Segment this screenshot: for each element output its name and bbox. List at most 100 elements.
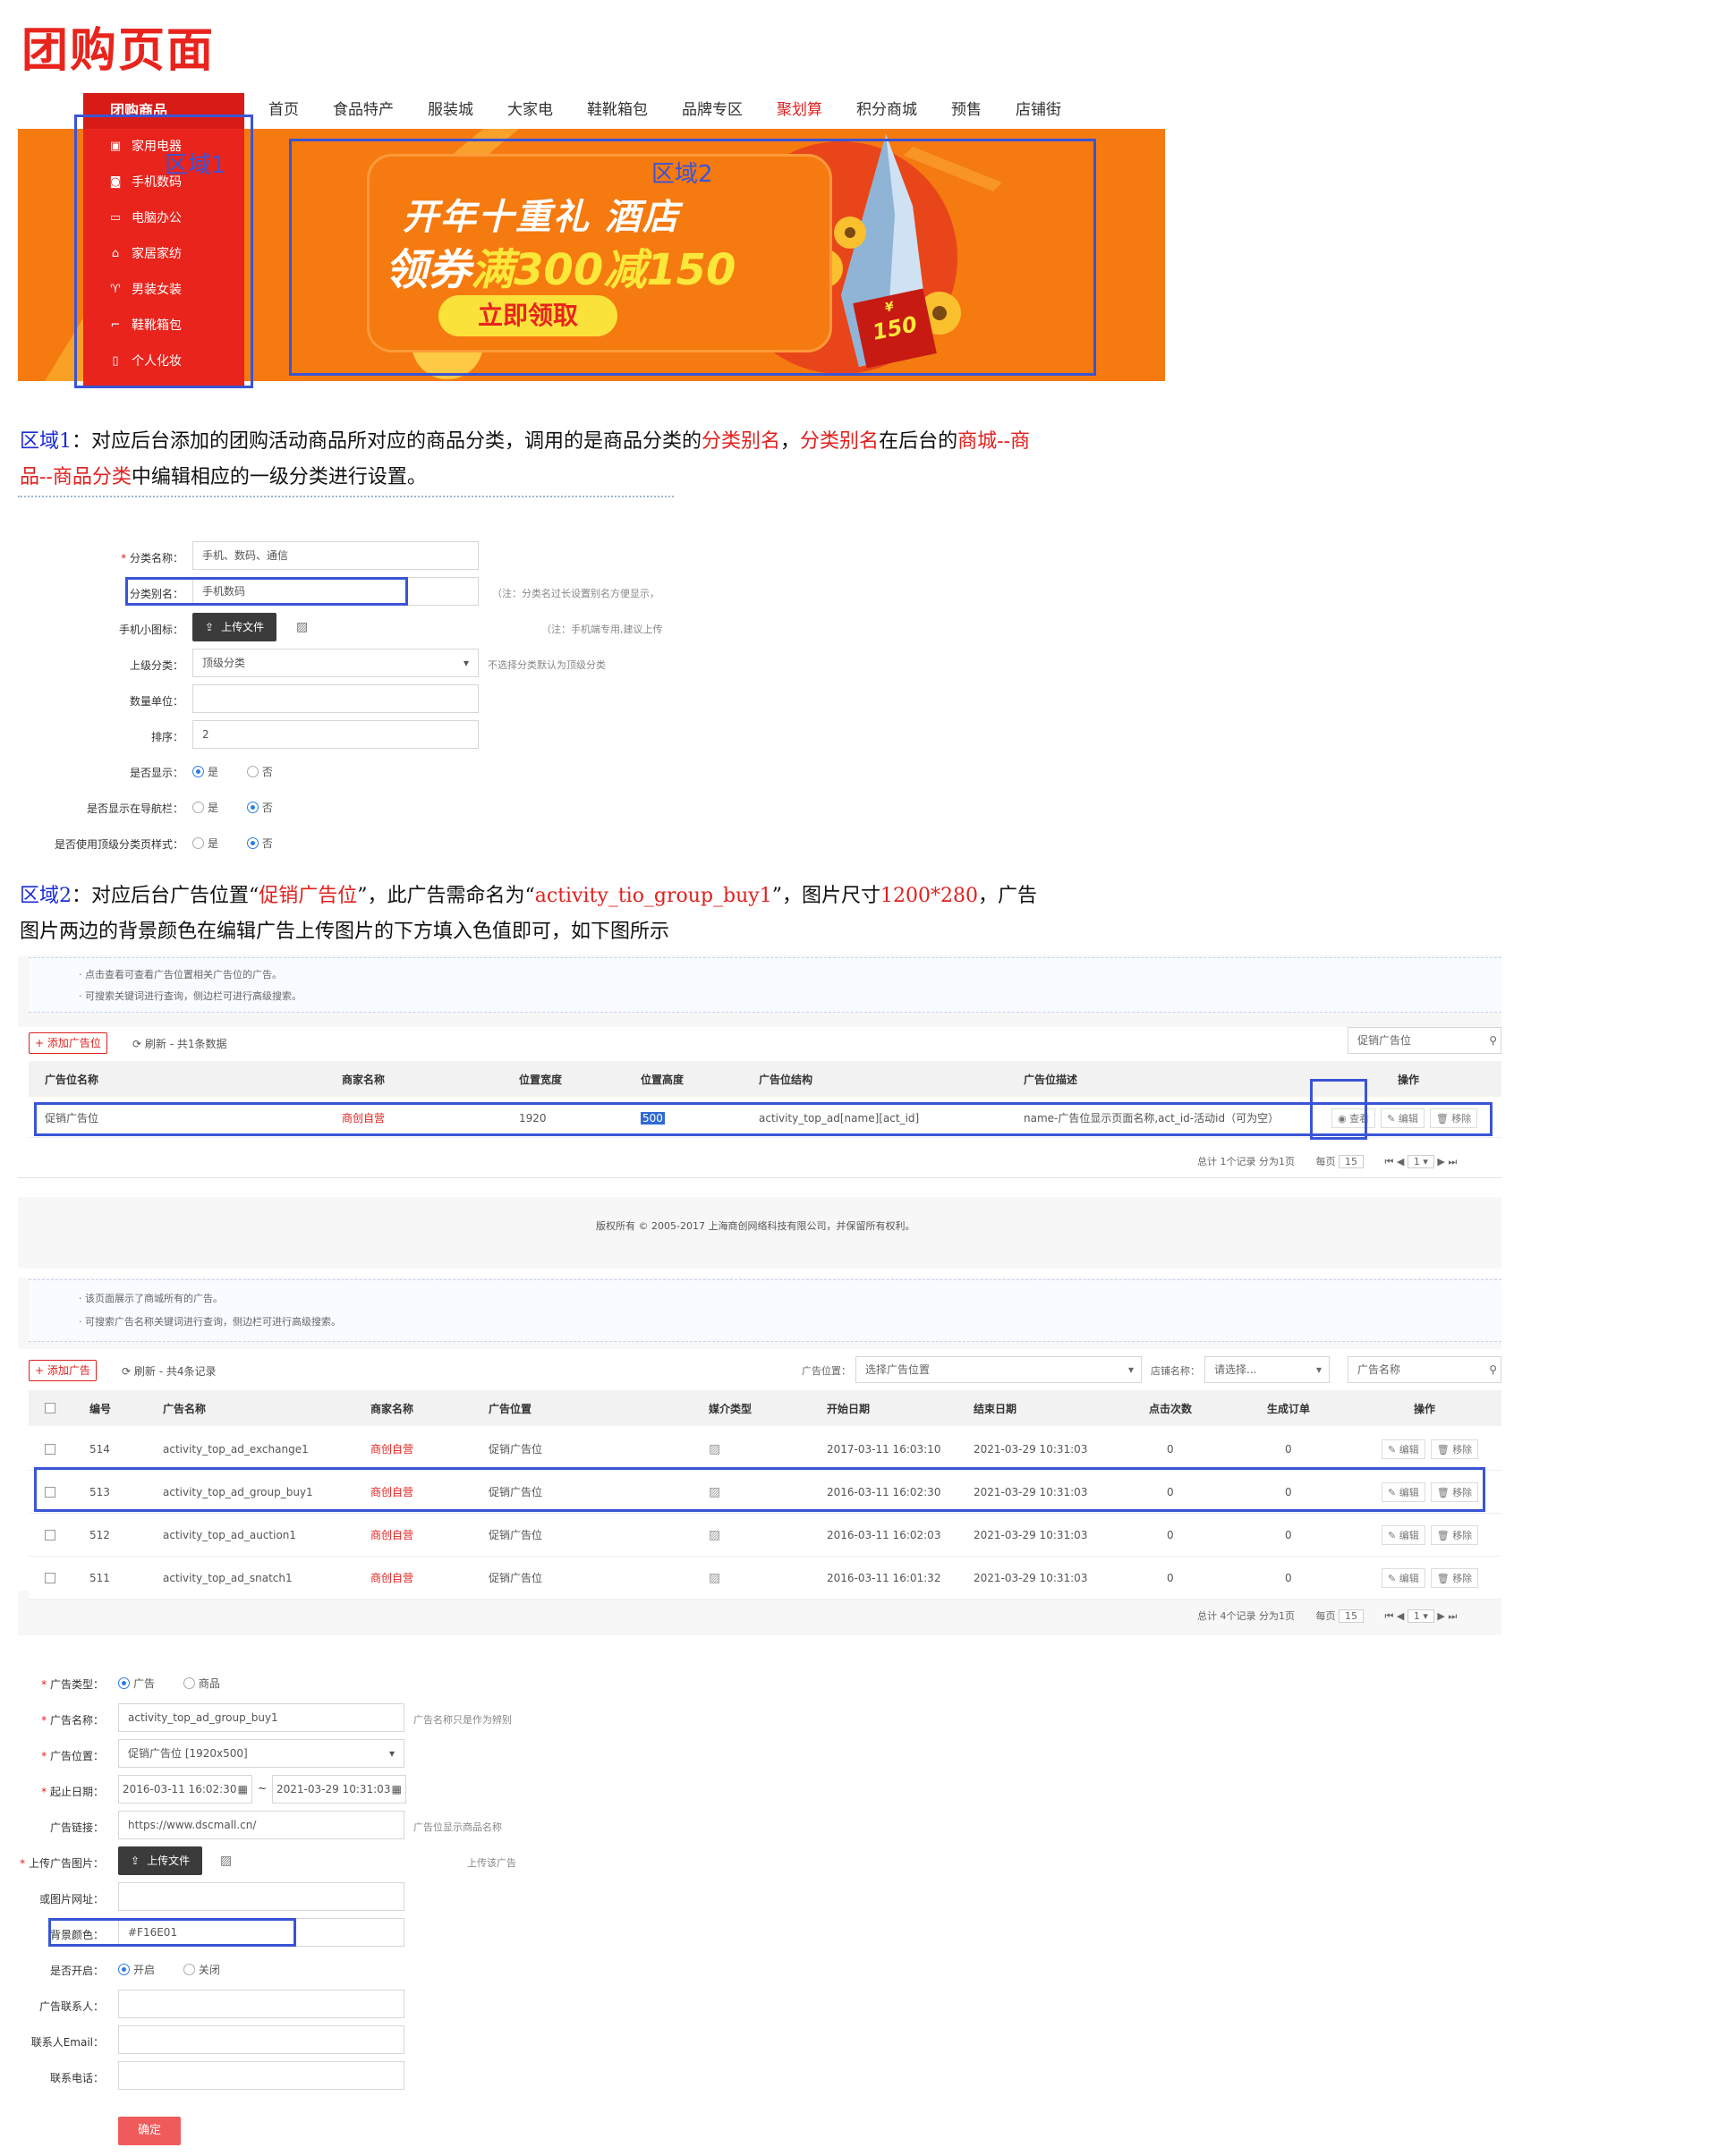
next-page-icon[interactable]: ▶ ⏭ (1437, 1610, 1457, 1622)
add-ad-button[interactable]: + 添加广告 (29, 1360, 97, 1381)
select-all-checkbox[interactable] (45, 1390, 55, 1426)
end-date-input[interactable]: 2021-03-29 10:31:03 ▦ (272, 1775, 406, 1804)
nav-item[interactable]: 鞋靴箱包 (587, 97, 648, 119)
refresh-button[interactable]: ⟳ 刷新 - 共4条记录 (122, 1363, 216, 1379)
edit-button[interactable]: ✎ 编辑 (1382, 1439, 1425, 1459)
first-page-icon[interactable]: ⏮ ◀ (1385, 1610, 1405, 1622)
radio-no[interactable]: 否 (246, 764, 273, 779)
nav-item[interactable]: 服装城 (428, 97, 473, 119)
calendar-icon[interactable]: ▦ (392, 1776, 402, 1803)
filter-label: 店铺名称： (1151, 1365, 1200, 1377)
view-button[interactable]: ◉ 查看 (1331, 1108, 1376, 1128)
radio-yes[interactable]: 是 (192, 836, 218, 851)
remove-button[interactable]: 🗑 移除 (1430, 1439, 1479, 1459)
row-checkbox[interactable] (45, 1557, 55, 1599)
search-icon[interactable]: ⚲ (1489, 1028, 1497, 1053)
edit-button[interactable]: ✎ 编辑 (1382, 1567, 1425, 1588)
email-input[interactable] (118, 2025, 404, 2054)
image-icon[interactable]: ▨ (220, 1854, 232, 1868)
ad-link-input[interactable]: https://www.dscmall.cn/ (118, 1811, 404, 1839)
chevron-down-icon: ▾ (1315, 1363, 1322, 1376)
unit-input[interactable] (192, 684, 479, 713)
table-row[interactable]: 促销广告位 商创自营 1920 500 activity_top_ad[name… (29, 1099, 1501, 1138)
field-label: 是否开启： (49, 1965, 104, 1977)
sidebar-item-computer[interactable]: ▭ 电脑办公 (83, 200, 244, 236)
search-icon[interactable]: ⚲ (1489, 1357, 1497, 1382)
search-input[interactable]: 广告名称 ⚲ (1348, 1356, 1501, 1383)
table-row[interactable]: 512 activity_top_ad_auction1 商创自营 促销广告位 … (29, 1514, 1501, 1557)
row-checkbox[interactable] (45, 1471, 55, 1513)
field-label: 是否显示： (129, 767, 183, 779)
edit-button[interactable]: ✎ 编辑 (1381, 1108, 1425, 1128)
category-name-input[interactable]: 手机、数码、通信 (192, 541, 479, 570)
per-page-input[interactable]: 15 (1339, 1155, 1364, 1168)
image-icon[interactable]: ▨ (296, 620, 308, 634)
submit-button[interactable]: 确定 (118, 2117, 181, 2145)
store-filter[interactable]: 请选择... ▾ (1204, 1356, 1330, 1383)
image-url-input[interactable] (118, 1882, 404, 1911)
radio-ad[interactable]: 广告 (118, 1676, 155, 1691)
ad-position-filter[interactable]: 选择广告位置 ▾ (855, 1356, 1142, 1383)
page-select[interactable]: 1 ▾ (1407, 1155, 1434, 1168)
cell: 促销广告位 (489, 1486, 543, 1498)
sort-input[interactable]: 2 (192, 720, 479, 749)
monitor-icon: ▭ (109, 211, 122, 225)
phone-input[interactable] (118, 2061, 404, 2090)
parent-category-select[interactable]: 顶级分类 ▾ (192, 649, 479, 677)
remove-button[interactable]: 🗑 移除 (1430, 1524, 1479, 1545)
claim-button[interactable]: 立即领取 (438, 295, 617, 336)
sidebar-item-shoes[interactable]: ⌐ 鞋靴箱包 (83, 308, 244, 344)
ad-position-select[interactable]: 促销广告位 [1920x500] ▾ (118, 1739, 404, 1768)
cell: 2021-03-29 10:31:03 (974, 1571, 1088, 1584)
row-checkbox[interactable] (45, 1514, 55, 1556)
nav-item[interactable]: 食品特产 (333, 97, 394, 119)
field-label: * 起止日期： (41, 1786, 104, 1798)
radio-off[interactable]: 关闭 (183, 1962, 220, 1977)
row-checkbox[interactable] (45, 1428, 55, 1470)
upload-button[interactable]: ⇪ 上传文件 (192, 613, 277, 641)
sidebar-item-home[interactable]: ⌂ 家居家纺 (83, 236, 244, 272)
radio-no[interactable]: 否 (246, 836, 273, 851)
nav-item-active[interactable]: 聚划算 (777, 97, 822, 119)
ad-name-input[interactable]: activity_top_ad_group_buy1 (118, 1703, 404, 1732)
page-select[interactable]: 1 ▾ (1407, 1609, 1434, 1623)
add-ad-position-button[interactable]: + 添加广告位 (29, 1032, 107, 1054)
category-alias-input[interactable]: 手机数码 (192, 577, 479, 606)
nav-item[interactable]: 品牌专区 (682, 97, 743, 119)
start-date-input[interactable]: 2016-03-11 16:02:30 ▦ (118, 1775, 252, 1804)
upload-button[interactable]: ⇪ 上传文件 (118, 1846, 203, 1875)
radio-no[interactable]: 否 (246, 800, 273, 815)
pagination: 总计 4个记录 分为1页 每页 15 ⏮ ◀ 1 ▾ ▶ ⏭ (1197, 1609, 1457, 1623)
next-page-icon[interactable]: ▶ ⏭ (1437, 1156, 1457, 1167)
nav-item[interactable]: 大家电 (507, 97, 553, 119)
remove-button[interactable]: 🗑 移除 (1430, 1481, 1479, 1502)
radio-yes[interactable]: 是 (192, 800, 218, 815)
table-row[interactable]: 513 activity_top_ad_group_buy1 商创自营 促销广告… (29, 1471, 1501, 1514)
table-row[interactable]: 511 activity_top_ad_snatch1 商创自营 促销广告位 ▨… (29, 1557, 1501, 1600)
remove-button[interactable]: 🗑 移除 (1430, 1567, 1479, 1588)
calendar-icon[interactable]: ▦ (238, 1776, 248, 1803)
cell: 514 (89, 1442, 110, 1456)
per-page-input[interactable]: 15 (1339, 1609, 1364, 1623)
refresh-button[interactable]: ⟳ 刷新 - 共1条数据 (132, 1036, 226, 1051)
table-row[interactable]: 514 activity_top_ad_exchange1 商创自营 促销广告位… (29, 1428, 1501, 1471)
nav-item[interactable]: 积分商城 (856, 97, 917, 119)
nav-item[interactable]: 店铺街 (1016, 97, 1061, 119)
radio-yes[interactable]: 是 (192, 764, 218, 779)
radio-on[interactable]: 开启 (118, 1962, 155, 1977)
nav-item[interactable]: 首页 (268, 97, 299, 119)
field-label: 手机小图标： (118, 624, 183, 636)
radio-goods[interactable]: 商品 (183, 1676, 220, 1691)
sidebar-item-cosmetics[interactable]: ▯ 个人化妆 (83, 344, 244, 379)
first-page-icon[interactable]: ⏮ ◀ (1385, 1156, 1405, 1167)
remove-button[interactable]: 🗑 移除 (1429, 1108, 1478, 1128)
edit-button[interactable]: ✎ 编辑 (1382, 1524, 1425, 1545)
edit-button[interactable]: ✎ 编辑 (1382, 1481, 1425, 1502)
row-actions: ◉ 查看 ✎ 编辑 🗑 移除 (1331, 1099, 1483, 1137)
search-input[interactable]: 促销广告位 ⚲ (1348, 1027, 1501, 1054)
nav-item[interactable]: 预售 (951, 97, 982, 119)
bg-color-input[interactable]: #F16E01 (118, 1918, 404, 1947)
contact-input[interactable] (118, 1990, 404, 2018)
sidebar-item-clothing[interactable]: ♈ 男装女装 (83, 272, 244, 308)
col-header: 生成订单 (1267, 1402, 1311, 1415)
